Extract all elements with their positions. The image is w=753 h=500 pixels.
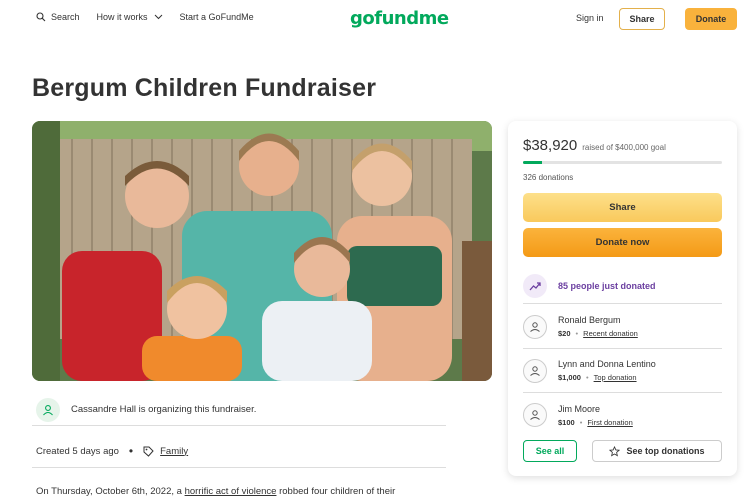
donor-row: Jim Moore $100 • First donation xyxy=(523,393,722,437)
donor-type-link[interactable]: Top donation xyxy=(594,373,637,382)
story-text: On Thursday, October 6th, 2022, a horrif… xyxy=(36,486,395,497)
campaign-photo xyxy=(32,121,492,381)
gofundme-logo[interactable]: gofundme xyxy=(350,8,449,29)
donor-hand-icon xyxy=(530,365,540,376)
organizer-row: Cassandre Hall is organizing this fundra… xyxy=(32,394,446,426)
donor-row: Lynn and Donna Lentino $1,000 • Top dona… xyxy=(523,349,722,393)
start-gofundme-link[interactable]: Start a GoFundMe xyxy=(180,12,254,22)
sign-in-link[interactable]: Sign in xyxy=(576,13,604,23)
header-share-button[interactable]: Share xyxy=(619,8,665,30)
header-donate-button[interactable]: Donate xyxy=(685,8,737,30)
how-it-works-menu[interactable]: How it works xyxy=(97,12,163,22)
organizer-text: Cassandre Hall is organizing this fundra… xyxy=(71,404,257,415)
campaign-meta: Created 5 days ago • Family xyxy=(36,444,188,458)
trending-up-icon xyxy=(529,281,541,290)
donor-amount: $100 xyxy=(558,417,575,427)
donor-type-link[interactable]: Recent donation xyxy=(583,329,638,338)
donate-now-button[interactable]: Donate now xyxy=(523,228,722,257)
donor-name: Ronald Bergum xyxy=(558,315,621,325)
progress-fill xyxy=(523,161,543,164)
donor-separator: • xyxy=(585,373,589,382)
donor-hand-icon xyxy=(530,410,540,420)
donor-separator: • xyxy=(579,417,583,427)
chevron-down-icon xyxy=(154,14,162,20)
donor-separator: • xyxy=(575,329,579,338)
category-tag[interactable]: Family xyxy=(143,446,188,457)
donor-name: Jim Moore xyxy=(558,403,601,414)
donor-row: Ronald Bergum $20 • Recent donation xyxy=(523,305,722,349)
meta-separator: • xyxy=(128,444,134,458)
donation-card: $38,920 raised of $400,000 goal 326 dona… xyxy=(508,121,737,476)
story-before: On Thursday, October 6th, 2022, a xyxy=(36,486,185,497)
donor-amount: $1,000 xyxy=(558,373,581,382)
page-title: Bergum Children Fundraiser xyxy=(32,74,377,102)
share-button[interactable]: Share xyxy=(523,193,722,222)
how-it-works-label: How it works xyxy=(96,12,148,22)
trend-icon-wrap xyxy=(523,273,547,298)
user-icon xyxy=(43,404,53,415)
donor-avatar xyxy=(523,403,547,427)
divider xyxy=(32,467,446,468)
donor-avatar xyxy=(523,314,547,339)
see-all-button[interactable]: See all xyxy=(523,440,577,462)
created-date: Created 5 days ago xyxy=(36,445,119,457)
story-after: robbed four children of their xyxy=(276,486,396,497)
progress-bar xyxy=(523,161,722,164)
donor-info: Ronald Bergum $20 • Recent donation xyxy=(558,315,638,338)
donor-hand-icon xyxy=(530,321,540,332)
search-icon xyxy=(36,12,46,22)
trending-text: 85 people just donated xyxy=(558,280,656,291)
tag-icon xyxy=(143,446,154,457)
goal-text: raised of $400,000 goal xyxy=(582,143,666,152)
star-icon xyxy=(609,445,621,456)
organizer-avatar xyxy=(36,397,60,422)
donor-info: Jim Moore $100 • First donation xyxy=(558,404,633,427)
donor-amount: $20 xyxy=(558,329,571,338)
raised-amount: $38,920 xyxy=(523,137,578,154)
see-top-donations-label: See top donations xyxy=(626,446,705,456)
top-nav: Search How it works Start a GoFundMe gof… xyxy=(0,0,753,40)
trending-row: 85 people just donated xyxy=(523,268,722,304)
donor-details: $1,000 • Top donation xyxy=(558,373,656,382)
see-top-donations-button[interactable]: See top donations xyxy=(592,440,722,462)
search-label: Search xyxy=(51,12,80,22)
raised-summary: $38,920 raised of $400,000 goal xyxy=(523,137,666,154)
donation-count: 326 donations xyxy=(523,173,574,182)
donor-info: Lynn and Donna Lentino $1,000 • Top dona… xyxy=(558,359,656,382)
donor-details: $20 • Recent donation xyxy=(558,329,638,338)
donor-avatar xyxy=(523,358,547,383)
category-link[interactable]: Family xyxy=(160,446,188,457)
start-gofundme-label: Start a GoFundMe xyxy=(179,12,254,22)
story-link[interactable]: horrific act of violence xyxy=(185,486,277,497)
donor-details: $100 • First donation xyxy=(558,418,633,427)
search-link[interactable]: Search xyxy=(36,12,80,22)
donor-name: Lynn and Donna Lentino xyxy=(558,359,656,369)
nav-left: Search How it works Start a GoFundMe xyxy=(36,12,271,22)
donor-type-link[interactable]: First donation xyxy=(587,418,632,427)
